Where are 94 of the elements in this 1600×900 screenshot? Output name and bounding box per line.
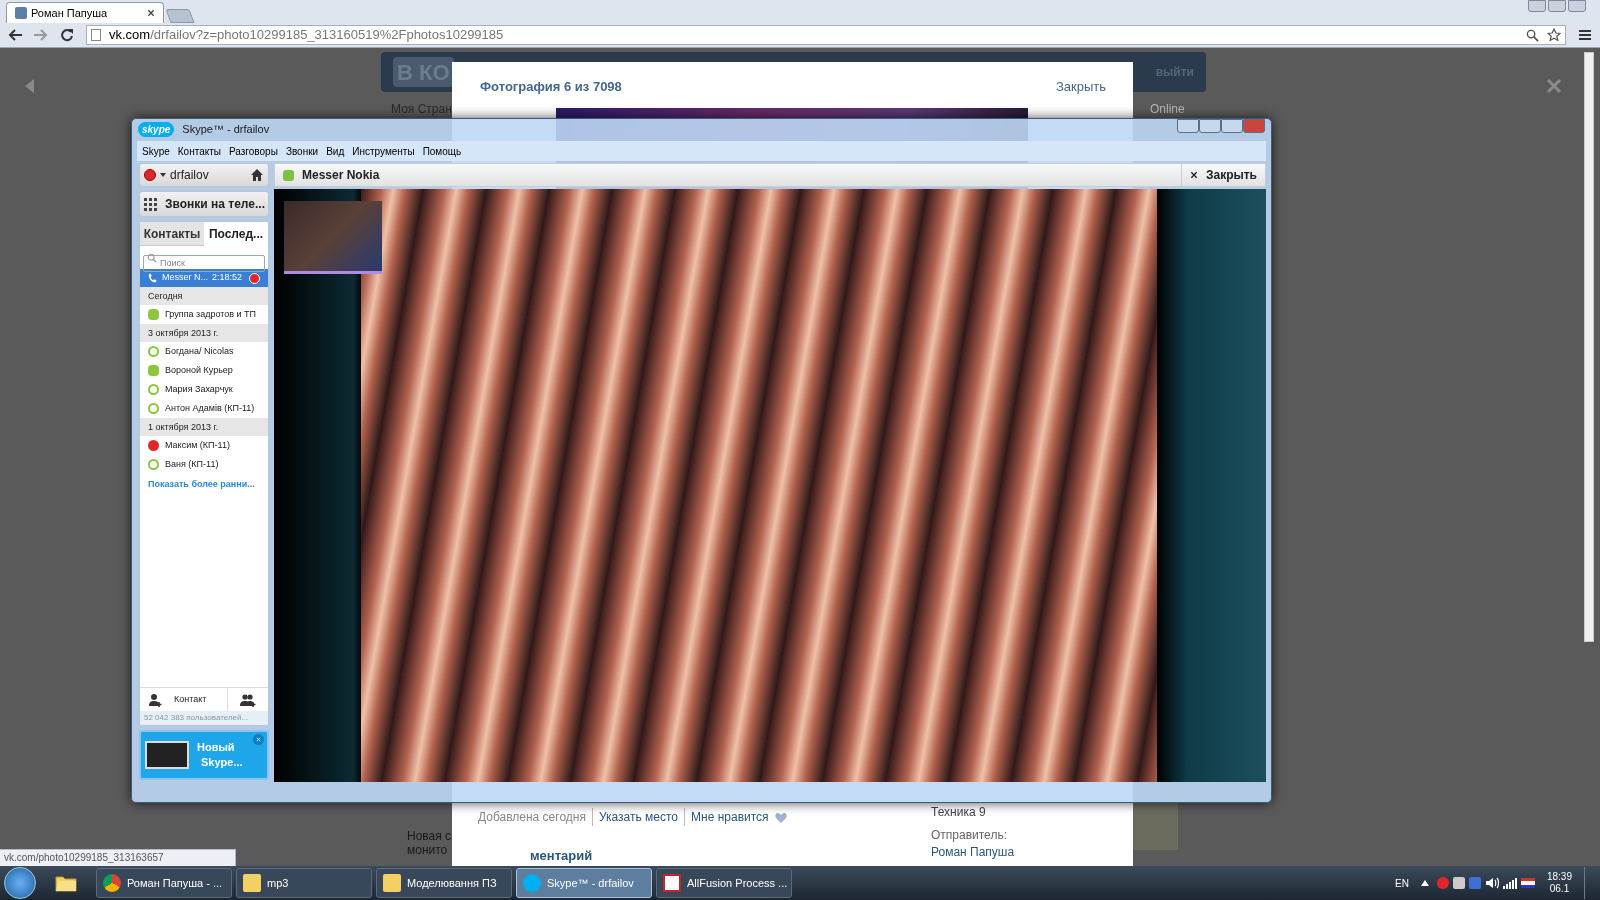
taskbar-button[interactable]: Skype™ - drfailov — [516, 868, 652, 898]
sender-link[interactable]: Роман Папуша — [931, 843, 1015, 861]
upload-date: Добавлена сегодня — [478, 809, 587, 826]
user-name: drfailov — [170, 167, 210, 184]
page-icon — [91, 29, 101, 41]
date-header: Сегодня — [140, 287, 268, 305]
date-header: 3 октября 2013 г. — [140, 324, 268, 342]
flag-icon[interactable] — [1520, 878, 1535, 888]
speaker-icon[interactable] — [1484, 876, 1499, 890]
online-status-icon — [283, 169, 294, 181]
add-person-icon — [148, 692, 162, 707]
phone-calls-button[interactable]: Звонки на теле... — [139, 191, 269, 217]
url-text: vk.com/drfailov?z=photo10299185_313160519%2Fphotos10299185 — [109, 26, 505, 45]
new-tab-button[interactable] — [165, 9, 195, 23]
menu-item[interactable]: Помощь — [421, 143, 463, 159]
close-icon — [1189, 171, 1198, 179]
contact-name: Messer Nokia — [302, 167, 381, 184]
photo-placeholder — [1133, 800, 1178, 850]
app-logo: skype — [138, 121, 175, 137]
contact-item[interactable]: Антон Адамів (КП-11) — [140, 399, 268, 418]
menu-icon[interactable] — [1578, 28, 1592, 42]
scrollbar[interactable] — [1584, 52, 1594, 642]
close-button[interactable] — [1568, 0, 1586, 12]
user-count: 52 042 383 пользователей... — [140, 711, 268, 725]
date-header: 1 октября 2013 г. — [140, 418, 268, 436]
add-group-icon — [240, 692, 256, 707]
start-button[interactable] — [4, 867, 36, 899]
window-title: Skype™ - drfailov — [182, 122, 270, 137]
close-link[interactable]: Закрыть — [1055, 77, 1106, 97]
hang-up-icon[interactable] — [249, 272, 260, 284]
close-icon — [256, 737, 261, 742]
photo-title: Фотография 6 из 7098 — [480, 78, 622, 96]
photo-link[interactable]: Указать место — [591, 808, 685, 826]
minimize-button[interactable] — [1528, 0, 1546, 12]
menu-item[interactable]: Skype — [141, 143, 171, 159]
contact-item[interactable]: Мария Захарчук — [140, 380, 268, 399]
signal-icon[interactable] — [1502, 877, 1517, 889]
folder-icon — [55, 873, 77, 893]
taskbar-button[interactable]: Моделювання ПЗ — [376, 868, 512, 898]
taskbar-button[interactable]: AllFusion Process ... — [656, 868, 792, 898]
back-icon[interactable] — [8, 28, 22, 42]
language-indicator[interactable]: EN — [1395, 875, 1409, 891]
clock[interactable]: 18:39 06.1 — [1538, 871, 1580, 895]
home-icon[interactable] — [250, 168, 264, 182]
phone-icon — [148, 272, 158, 284]
reload-icon[interactable] — [60, 28, 74, 42]
album-name: Техника 9 — [931, 804, 986, 821]
contact-item[interactable]: Ваня (КП-11) — [140, 455, 268, 474]
zoom-icon[interactable] — [1526, 28, 1539, 42]
menu-item[interactable]: Звонки — [284, 143, 320, 159]
search-field[interactable]: Поиск — [143, 254, 265, 272]
menu-item[interactable]: Разговоры — [228, 143, 279, 159]
forward-icon[interactable] — [34, 28, 48, 42]
menu-item[interactable]: Инструменты — [351, 143, 416, 159]
profile-bar[interactable]: drfailov — [139, 163, 269, 187]
browser-tab[interactable]: Роман Папуша — [6, 2, 164, 23]
star-icon[interactable] — [1547, 28, 1561, 42]
taskbar-button[interactable]: mp3 — [236, 868, 372, 898]
heart-icon[interactable] — [774, 811, 787, 823]
contact-item[interactable]: Максим (КП-11) — [140, 436, 268, 455]
online-status: Online — [1150, 101, 1185, 118]
busy-status-icon — [144, 169, 156, 181]
comment-link[interactable]: ментарий — [530, 846, 593, 866]
news-text: Новая с — [407, 828, 452, 845]
show-more-link[interactable]: Показать более ранни... — [140, 474, 268, 492]
contact-item[interactable]: Богдана/ Nicolas — [140, 342, 268, 361]
menu-item[interactable]: Вид — [325, 143, 346, 159]
photo-link[interactable]: Мне нравится — [684, 808, 775, 826]
maximize-button[interactable] — [1221, 119, 1243, 133]
minimize-button[interactable] — [1199, 119, 1221, 133]
promo-text: Skype... — [200, 755, 243, 770]
status-bar: vk.com/photo10299185_313163657 — [0, 849, 236, 866]
news-text: монито — [407, 842, 448, 859]
contact-item[interactable]: Группа задротов и ТП — [140, 305, 268, 324]
search-icon — [147, 253, 157, 263]
sender-label: Отправитель: — [931, 827, 1007, 844]
restore-button[interactable] — [1548, 0, 1566, 12]
contact-item[interactable]: Вороной Курьер — [140, 361, 268, 380]
caret-icon — [160, 173, 166, 177]
dialpad-icon — [144, 197, 157, 211]
close-icon[interactable] — [147, 9, 155, 17]
site-icon — [15, 7, 27, 19]
call-duration: 2:18:52 — [212, 271, 243, 285]
device-icon[interactable] — [1452, 877, 1465, 889]
show-hidden-icons-icon[interactable] — [1420, 880, 1429, 886]
monitor-icon — [145, 741, 189, 769]
close-button[interactable] — [253, 734, 264, 745]
taskbar-button[interactable]: Роман Папуша - ... — [96, 868, 232, 898]
list-tab[interactable]: Контакты — [140, 222, 204, 246]
promo-text: Новый — [197, 740, 236, 755]
close-button[interactable]: Закрыть — [1180, 164, 1257, 186]
menu-item[interactable]: Контакты — [176, 143, 222, 159]
address-bar[interactable]: vk.com/drfailov?z=photo10299185_313160519%2Fphotos10299185 — [86, 25, 1566, 45]
restore-button[interactable] — [1177, 119, 1199, 133]
